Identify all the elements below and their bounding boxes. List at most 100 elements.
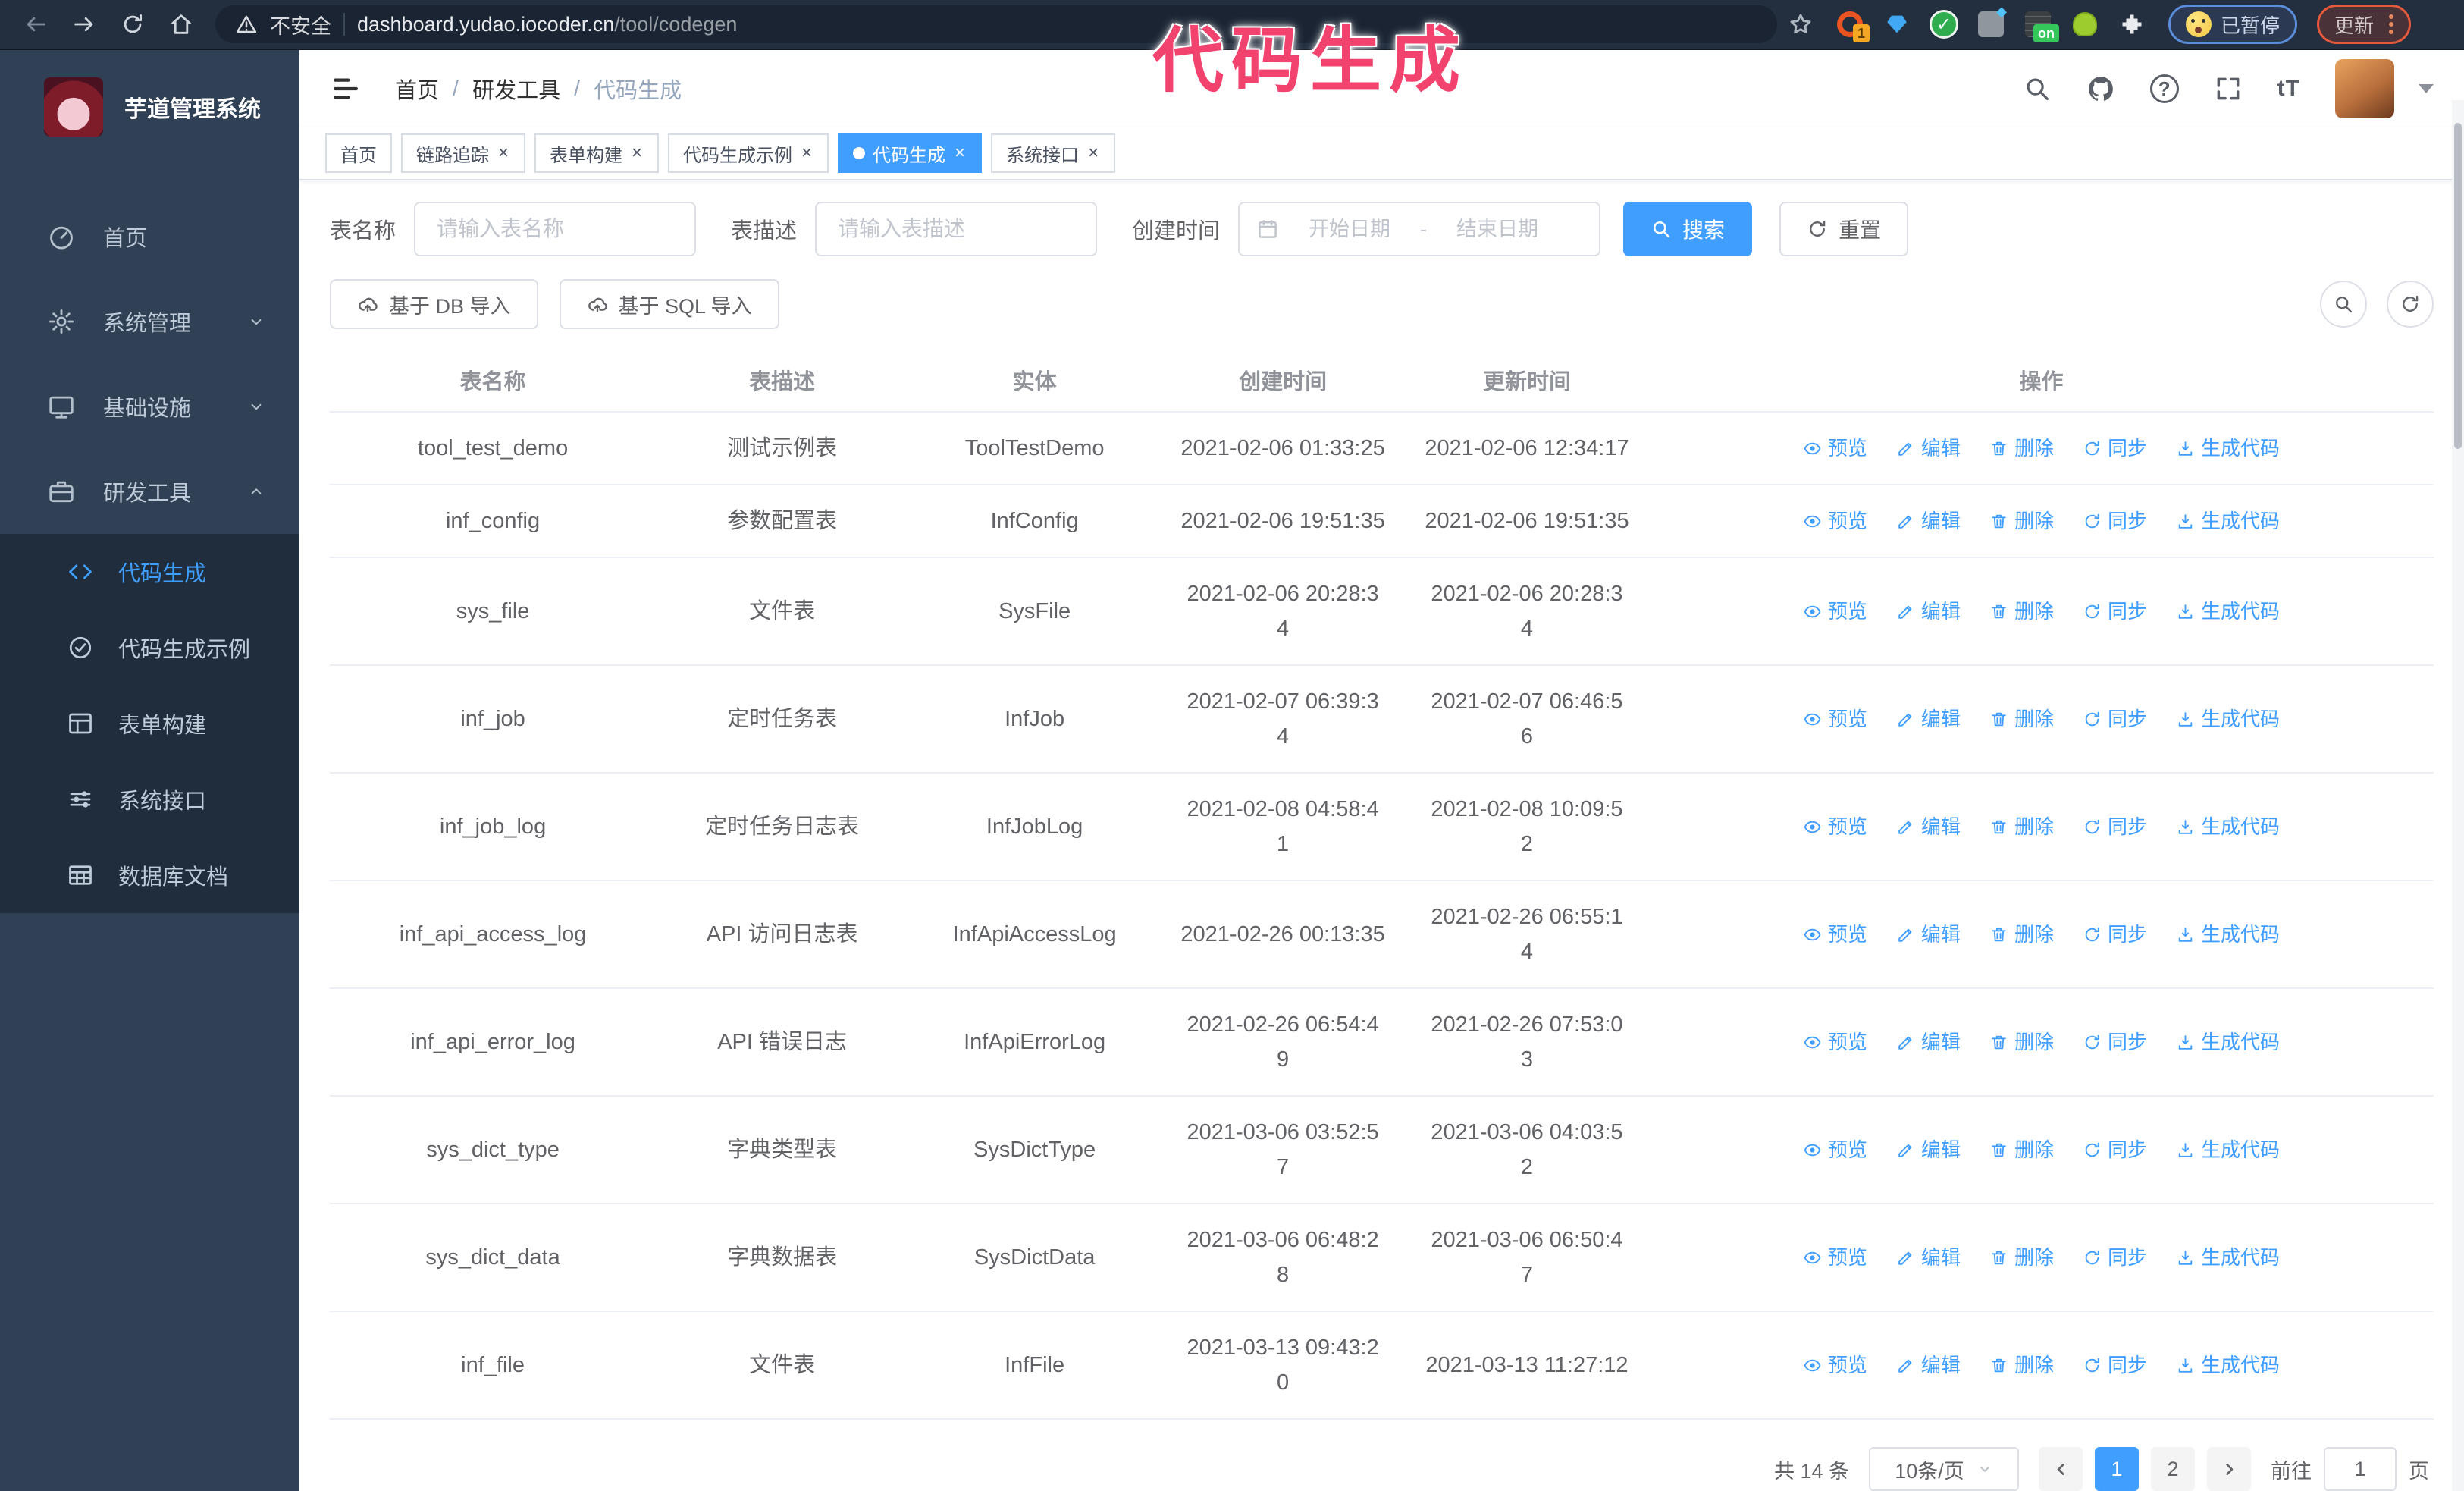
table-name-input[interactable] <box>414 202 697 256</box>
next-page-button[interactable] <box>2207 1447 2251 1491</box>
extension-gem-icon[interactable] <box>1882 9 1912 39</box>
sync-link[interactable]: 同步 <box>2083 1240 2147 1275</box>
edit-link[interactable]: 编辑 <box>1896 809 1961 844</box>
sidebar-item-system-api[interactable]: 系统接口 <box>0 761 299 837</box>
extension-check-icon[interactable]: ✓ <box>1929 9 1959 39</box>
page-size-select[interactable]: 10条/页 <box>1869 1447 2019 1491</box>
goto-page-input[interactable] <box>2324 1447 2397 1491</box>
avatar-caret-icon[interactable] <box>2419 84 2434 93</box>
hamburger-icon[interactable] <box>330 73 362 105</box>
edit-link[interactable]: 编辑 <box>1896 1025 1961 1059</box>
sidebar-logo[interactable]: 芋道管理系统 <box>0 50 299 164</box>
generate-code-link[interactable]: 生成代码 <box>2176 1348 2280 1383</box>
back-icon[interactable] <box>15 4 56 45</box>
sidebar-item-home[interactable]: 首页 <box>0 194 299 279</box>
sidebar-item-codegen-example[interactable]: 代码生成示例 <box>0 610 299 686</box>
tab-代码生成[interactable]: 代码生成 × <box>838 133 983 173</box>
sidebar-item-infra[interactable]: 基础设施 <box>0 364 299 449</box>
edit-link[interactable]: 编辑 <box>1896 1348 1961 1383</box>
preview-link[interactable]: 预览 <box>1803 431 1867 466</box>
home-icon[interactable] <box>161 4 202 45</box>
sidebar-item-system[interactable]: 系统管理 <box>0 279 299 364</box>
tab-首页[interactable]: 首页 <box>325 133 392 173</box>
sync-link[interactable]: 同步 <box>2083 917 2147 952</box>
sync-link[interactable]: 同步 <box>2083 702 2147 736</box>
preview-link[interactable]: 预览 <box>1803 1348 1867 1383</box>
preview-link[interactable]: 预览 <box>1803 702 1867 736</box>
page-button-2[interactable]: 2 <box>2151 1447 2195 1491</box>
sync-link[interactable]: 同步 <box>2083 504 2147 538</box>
close-icon[interactable]: × <box>497 143 510 164</box>
sync-link[interactable]: 同步 <box>2083 809 2147 844</box>
extension-lime-icon[interactable] <box>2070 9 2100 39</box>
sync-link[interactable]: 同步 <box>2083 431 2147 466</box>
close-icon[interactable]: × <box>630 143 644 164</box>
kebab-menu-icon[interactable] <box>2389 14 2394 34</box>
close-icon[interactable]: × <box>800 143 813 164</box>
delete-link[interactable]: 删除 <box>1989 594 2054 629</box>
preview-link[interactable]: 预览 <box>1803 1132 1867 1167</box>
date-range-picker[interactable]: - <box>1238 202 1601 256</box>
generate-code-link[interactable]: 生成代码 <box>2176 1132 2280 1167</box>
preview-link[interactable]: 预览 <box>1803 1025 1867 1059</box>
extension-grid-icon[interactable] <box>1976 4 2007 39</box>
generate-code-link[interactable]: 生成代码 <box>2176 431 2280 466</box>
delete-link[interactable]: 删除 <box>1989 1132 2054 1167</box>
url-text[interactable]: dashboard.yudao.iocoder.cn/tool/codegen <box>357 13 737 36</box>
delete-link[interactable]: 删除 <box>1989 1025 2054 1059</box>
toggle-search-button[interactable] <box>2320 281 2367 328</box>
search-icon[interactable] <box>2023 74 2052 103</box>
delete-link[interactable]: 删除 <box>1989 431 2054 466</box>
search-button[interactable]: 搜索 <box>1623 202 1753 256</box>
bookmark-star-icon[interactable] <box>1788 11 1814 37</box>
edit-link[interactable]: 编辑 <box>1896 431 1961 466</box>
sidebar-item-devtools[interactable]: 研发工具 <box>0 449 299 534</box>
tab-表单构建[interactable]: 表单构建 × <box>534 133 660 173</box>
update-button[interactable]: 更新 <box>2317 5 2412 44</box>
breadcrumb-home[interactable]: 首页 <box>395 73 439 105</box>
paused-badge[interactable]: 已暂停 <box>2168 5 2298 44</box>
edit-link[interactable]: 编辑 <box>1896 594 1961 629</box>
generate-code-link[interactable]: 生成代码 <box>2176 594 2280 629</box>
delete-link[interactable]: 删除 <box>1989 1240 2054 1275</box>
address-bar[interactable]: 不安全 dashboard.yudao.iocoder.cn/tool/code… <box>215 5 1777 43</box>
font-size-icon[interactable]: tT <box>2277 76 2300 102</box>
sync-link[interactable]: 同步 <box>2083 1348 2147 1383</box>
edit-link[interactable]: 编辑 <box>1896 1132 1961 1167</box>
page-scrollbar[interactable] <box>2452 100 2464 1491</box>
sync-link[interactable]: 同步 <box>2083 1025 2147 1059</box>
generate-code-link[interactable]: 生成代码 <box>2176 809 2280 844</box>
preview-link[interactable]: 预览 <box>1803 504 1867 538</box>
preview-link[interactable]: 预览 <box>1803 1240 1867 1275</box>
scrollbar-thumb[interactable] <box>2454 123 2462 449</box>
delete-link[interactable]: 删除 <box>1989 702 2054 736</box>
table-desc-input[interactable] <box>815 202 1098 256</box>
date-start-input[interactable] <box>1290 217 1410 241</box>
help-icon[interactable]: ? <box>2149 74 2179 103</box>
generate-code-link[interactable]: 生成代码 <box>2176 917 2280 952</box>
page-button-1[interactable]: 1 <box>2095 1447 2139 1491</box>
import-sql-button[interactable]: 基于 SQL 导入 <box>559 279 779 329</box>
delete-link[interactable]: 删除 <box>1989 504 2054 538</box>
date-end-input[interactable] <box>1437 217 1558 241</box>
tab-代码生成示例[interactable]: 代码生成示例 × <box>668 133 829 173</box>
generate-code-link[interactable]: 生成代码 <box>2176 702 2280 736</box>
tab-链路追踪[interactable]: 链路追踪 × <box>401 133 526 173</box>
generate-code-link[interactable]: 生成代码 <box>2176 504 2280 538</box>
sync-link[interactable]: 同步 <box>2083 594 2147 629</box>
close-icon[interactable]: × <box>953 143 967 164</box>
sync-link[interactable]: 同步 <box>2083 1132 2147 1167</box>
generate-code-link[interactable]: 生成代码 <box>2176 1025 2280 1059</box>
edit-link[interactable]: 编辑 <box>1896 504 1961 538</box>
refresh-table-button[interactable] <box>2387 281 2434 328</box>
github-icon[interactable] <box>2086 74 2115 103</box>
tab-系统接口[interactable]: 系统接口 × <box>991 133 1116 173</box>
breadcrumb-devtools[interactable]: 研发工具 <box>472 73 560 105</box>
extension-ubuntu-icon[interactable]: 1 <box>1835 9 1870 42</box>
extension-puzzle-icon[interactable] <box>2117 9 2147 39</box>
sidebar-item-form-build[interactable]: 表单构建 <box>0 686 299 761</box>
reset-button[interactable]: 重置 <box>1779 202 1909 256</box>
import-db-button[interactable]: 基于 DB 导入 <box>330 279 538 329</box>
prev-page-button[interactable] <box>2039 1447 2083 1491</box>
forward-icon[interactable] <box>64 4 105 45</box>
